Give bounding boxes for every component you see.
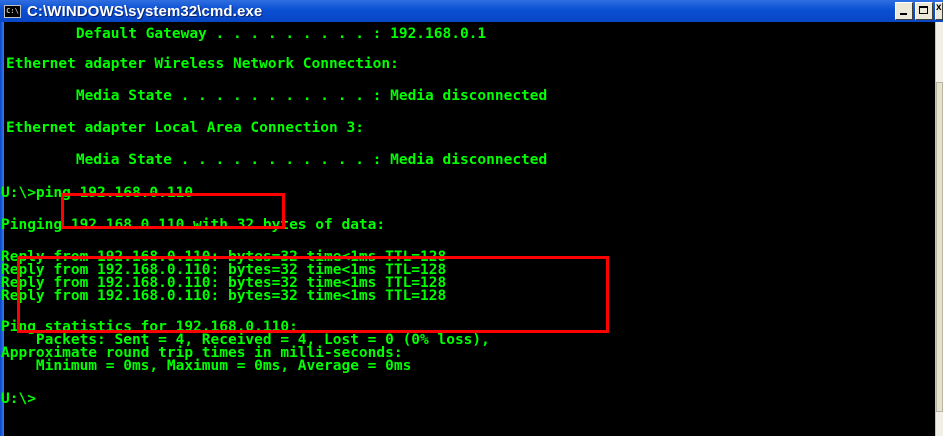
caption-buttons bbox=[895, 2, 943, 20]
cmd-window: C:\ C:\WINDOWS\system32\cmd.exe Default … bbox=[0, 0, 943, 436]
minimize-button[interactable] bbox=[895, 2, 913, 20]
console-line-min-max-avg: Minimum = 0ms, Maximum = 0ms, Average = … bbox=[1, 358, 412, 374]
console-line-wireless-media-state: Media State . . . . . . . . . . . : Medi… bbox=[6, 88, 548, 104]
window-title: C:\WINDOWS\system32\cmd.exe bbox=[27, 2, 263, 20]
close-button[interactable] bbox=[935, 2, 943, 20]
vertical-scrollbar[interactable] bbox=[935, 22, 943, 436]
highlight-replies-box bbox=[17, 256, 609, 333]
console-line-default-gateway: Default Gateway . . . . . . . . . : 192.… bbox=[6, 26, 487, 42]
maximize-button[interactable] bbox=[915, 2, 933, 20]
highlight-ping-command-box bbox=[61, 193, 285, 229]
title-bar[interactable]: C:\ C:\WINDOWS\system32\cmd.exe bbox=[0, 0, 943, 22]
console-line-wireless-adapter: Ethernet adapter Wireless Network Connec… bbox=[6, 56, 399, 72]
console-line-prompt: U:\> bbox=[1, 391, 36, 407]
console-line-lan3-media-state: Media State . . . . . . . . . . . : Medi… bbox=[6, 152, 548, 168]
scrollbar-thumb[interactable] bbox=[936, 82, 943, 412]
cmd-app-icon[interactable]: C:\ bbox=[4, 4, 21, 18]
console-line-lan3-adapter: Ethernet adapter Local Area Connection 3… bbox=[6, 120, 364, 136]
console-output[interactable]: Default Gateway . . . . . . . . . : 192.… bbox=[1, 24, 931, 434]
